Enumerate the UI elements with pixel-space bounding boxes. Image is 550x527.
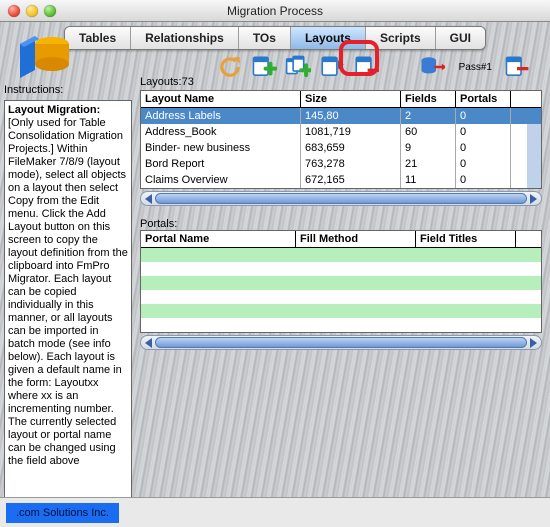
table-row[interactable]: Address_Book 1081,719 60 0 [141,124,541,140]
col-layout-name[interactable]: Layout Name [141,91,301,107]
window-title: Migration Process [0,4,550,18]
layouts-count: Layouts:73 [140,76,542,88]
footer: .com Solutions Inc. [0,497,550,527]
table-row[interactable]: Bord Report 763,278 21 0 [141,156,541,172]
portals-scrollbar[interactable] [140,335,542,350]
tab-tos[interactable]: TOs [239,27,291,49]
table-row[interactable]: Binder- new business 683,659 9 0 [141,140,541,156]
tab-relationships[interactable]: Relationships [131,27,239,49]
tab-gui[interactable]: GUI [436,27,485,49]
col-fields[interactable]: Fields [401,91,456,107]
layouts-table[interactable]: Layout Name Size Fields Portals Address … [140,90,542,189]
instructions-title: Layout Migration: [8,104,100,116]
instructions-heading: Instructions: [4,84,134,96]
col-size[interactable]: Size [301,91,401,107]
brand-badge: .com Solutions Inc. [6,503,119,523]
layouts-scrollbar[interactable] [140,191,542,206]
col-fill-method[interactable]: Fill Method [296,231,416,247]
portals-label: Portals: [140,218,542,230]
portals-table[interactable]: Portal Name Fill Method Field Titles [140,230,542,333]
col-field-titles[interactable]: Field Titles [416,231,516,247]
tab-layouts[interactable]: Layouts [291,27,366,49]
instructions-body: [Only used for Table Consolidation Migra… [8,117,128,467]
table-row[interactable]: Address Labels 145,80 2 0 [141,108,541,124]
window-titlebar: Migration Process [0,0,550,22]
tab-scripts[interactable]: Scripts [366,27,436,49]
pass-label: Pass#1 [459,62,492,73]
table-row[interactable]: Claims Overview 672,165 11 0 [141,172,541,188]
col-portals[interactable]: Portals [456,91,511,107]
col-portal-name[interactable]: Portal Name [141,231,296,247]
instructions-panel: Layout Migration: [Only used for Table C… [4,100,132,502]
app-icon [14,32,74,82]
